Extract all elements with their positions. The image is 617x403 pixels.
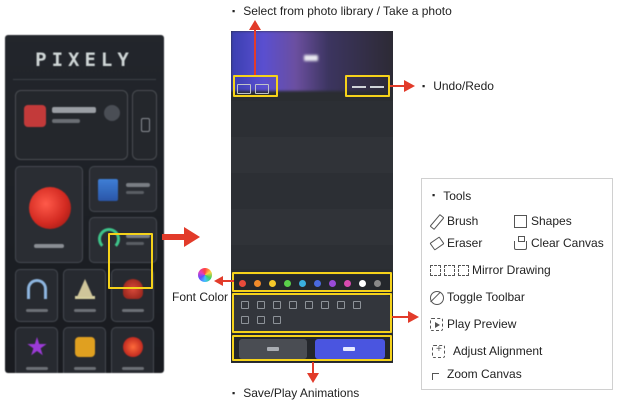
user-card[interactable]: [15, 90, 128, 160]
grid-tile-4[interactable]: [15, 327, 58, 373]
letter-a-icon: [27, 279, 47, 299]
tool-shapes: Shapes: [514, 214, 572, 228]
tile-caption: [126, 183, 150, 187]
toggle-toolbar-icon: [430, 290, 444, 305]
tile-caption: [74, 367, 96, 370]
highlight-draw-tile: [108, 233, 153, 289]
eraser-icon: [430, 237, 443, 250]
arrow-down-icon: [307, 362, 319, 383]
editor-title-placeholder: [304, 55, 318, 61]
phone-icon: [141, 118, 150, 132]
tool-brush-label: Brush: [447, 214, 479, 228]
gallery-art-icon: [29, 187, 71, 229]
tools-title: Tools: [432, 189, 471, 203]
tile-caption: [26, 367, 48, 370]
feature-tile-1[interactable]: [89, 166, 157, 212]
brush-icon: [430, 215, 443, 228]
callout-photo-label: Select from photo library / Take a photo: [232, 4, 452, 18]
tool-eraser: Eraser: [430, 236, 482, 250]
arrow-right-icon: [390, 80, 415, 92]
navigate-arrow-icon: [162, 227, 200, 247]
tool-shapes-label: Shapes: [531, 214, 572, 228]
tool-mirror-label: Mirror Drawing: [472, 263, 551, 277]
user-info-placeholder: [52, 119, 80, 123]
mirror-horizontal-icon: [444, 264, 455, 276]
highlight-toolbar: [232, 293, 392, 333]
home-screen: PIXELY: [5, 35, 164, 373]
tool-clear-canvas: Clear Canvas: [514, 235, 604, 250]
user-name-placeholder: [52, 107, 96, 113]
mirror-quad-icon: [458, 264, 469, 276]
clear-canvas-icon: [514, 235, 527, 250]
tool-clear-canvas-label: Clear Canvas: [531, 236, 604, 250]
grid-tile-6[interactable]: [111, 327, 154, 373]
grid-tile-5[interactable]: [63, 327, 106, 373]
tool-play-preview-label: Play Preview: [447, 317, 517, 331]
tool-brush: Brush: [430, 214, 478, 228]
tool-adjust-alignment-label: Adjust Alignment: [453, 344, 543, 358]
mountain-icon: [75, 279, 95, 299]
arrow-left-icon: [214, 276, 234, 286]
divider: [13, 79, 156, 80]
avatar: [24, 105, 46, 127]
side-card[interactable]: [132, 90, 157, 160]
align-icon: [432, 344, 445, 358]
tile-caption: [34, 244, 64, 248]
camera-icon: [75, 337, 95, 357]
arrow-right-icon: [392, 311, 419, 323]
tool-mirror: Mirror Drawing: [430, 263, 551, 277]
tool-zoom-canvas-label: Zoom Canvas: [447, 367, 522, 381]
tile-caption: [122, 367, 144, 370]
tool-zoom-canvas: Zoom Canvas: [432, 367, 522, 381]
callout-save-play-label: Save/Play Animations: [232, 386, 359, 400]
folder-icon: [98, 179, 118, 201]
app-logo: PIXELY: [35, 49, 134, 71]
tile-caption: [126, 191, 144, 194]
gallery-tile[interactable]: [15, 166, 83, 263]
grid-tile-1[interactable]: [15, 269, 58, 322]
callout-undo-redo-label: Undo/Redo: [422, 79, 494, 93]
tool-toggle-toolbar: Toggle Toolbar: [430, 290, 525, 305]
shapes-icon: [514, 214, 527, 228]
image-icon: [123, 337, 143, 357]
tool-play-preview: Play Preview: [430, 317, 516, 331]
tile-caption: [26, 309, 48, 312]
mirror-vertical-icon: [430, 264, 441, 276]
play-preview-icon: [430, 317, 443, 331]
tools-legend: Tools Brush Shapes Eraser Clear Canvas M…: [421, 178, 613, 390]
highlight-photo-buttons: [233, 75, 278, 97]
tile-caption: [122, 309, 144, 312]
tool-toggle-toolbar-label: Toggle Toolbar: [447, 290, 525, 304]
star-icon: [27, 337, 47, 356]
highlight-undo-redo: [345, 75, 390, 97]
highlight-palette: [232, 272, 392, 292]
tile-caption: [74, 309, 96, 312]
arrow-up-icon: [249, 20, 261, 75]
tool-adjust-alignment: Adjust Alignment: [432, 344, 542, 358]
highlight-actions: [232, 335, 392, 361]
user-action-button[interactable]: [104, 105, 120, 121]
zoom-icon: [432, 373, 439, 380]
drawing-canvas[interactable]: [231, 101, 393, 269]
color-wheel-icon: [198, 268, 212, 282]
grid-tile-2[interactable]: [63, 269, 106, 322]
callout-font-color-label: Font Color: [172, 290, 229, 304]
tool-eraser-label: Eraser: [447, 236, 483, 250]
